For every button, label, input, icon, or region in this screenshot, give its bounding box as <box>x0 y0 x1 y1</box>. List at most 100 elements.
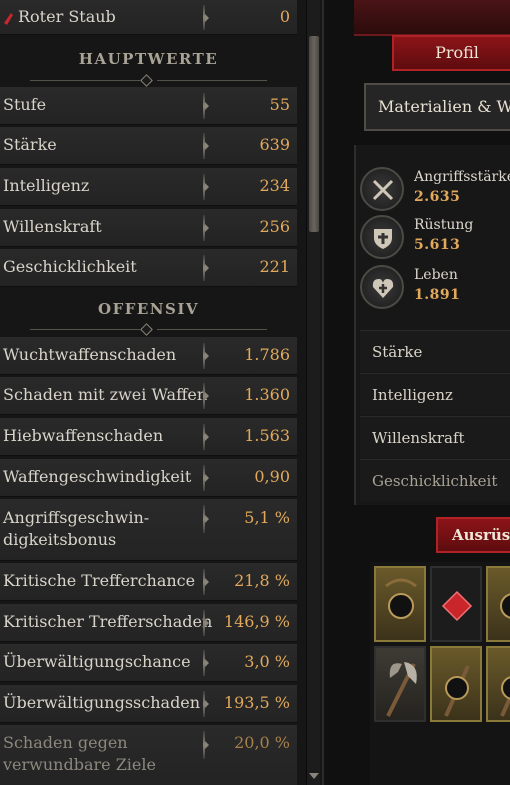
stat-row: Schaden gegen verwundbare Ziele 20,0 % <box>0 725 297 785</box>
stat-label-line2: verwundbare Ziele <box>3 755 156 774</box>
summary-stat-armor: Rüstung 5.613 <box>360 215 510 265</box>
ring-icon <box>500 593 510 619</box>
stat-row: Geschicklichkeit 221 <box>0 249 297 287</box>
stat-value: 221 <box>259 257 290 276</box>
stat-row: Intelligenz 234 <box>0 168 297 206</box>
equipment-slot[interactable] <box>430 566 482 642</box>
stat-row-roter-staub: Roter Staub 0 <box>0 0 297 35</box>
attribute-row[interactable]: Intelligenz <box>360 373 510 415</box>
stat-row: Willenskraft 256 <box>0 209 297 247</box>
section-title-hauptwerte: HAUPTWERTE <box>78 50 219 68</box>
heart-icon <box>360 265 404 309</box>
summary-stat-life: Leben 1.891 <box>360 265 510 315</box>
equipment-slot[interactable] <box>374 646 426 722</box>
attribute-label: Stärke <box>372 343 423 361</box>
summary-stat-name: Rüstung <box>414 217 474 233</box>
stat-value: 234 <box>259 176 290 195</box>
stat-row: Stärke 639 <box>0 127 297 165</box>
weapon-icon <box>444 665 470 717</box>
axe-icon <box>386 662 417 717</box>
stat-row: Stufe 55 <box>0 87 297 125</box>
stat-row: Angriffsgeschwin- digkeitsbonus 5,1 % <box>0 499 297 561</box>
shield-icon <box>360 215 404 259</box>
row-divider <box>203 691 209 717</box>
crossed-swords-icon <box>360 167 404 211</box>
stats-panel: Roter Staub 0 HAUPTWERTE Stufe 55 Stärke… <box>0 0 322 785</box>
row-divider <box>203 505 209 533</box>
stat-row: Überwältigungsschaden 193,5 % <box>0 685 297 723</box>
attribute-row[interactable]: Willenskraft <box>360 416 510 458</box>
attribute-row[interactable]: Stärke <box>360 330 510 372</box>
stat-label: Hiebwaffenschaden <box>3 426 164 445</box>
stat-label: Intelligenz <box>3 176 90 195</box>
stat-value: 1.360 <box>244 385 290 404</box>
section-ornament <box>30 74 267 87</box>
row-divider <box>203 731 209 759</box>
stat-row: Waffengeschwindigkeit 0,90 <box>0 459 297 497</box>
gem-icon <box>441 590 473 622</box>
stat-label: Überwältigungsschaden <box>3 693 201 712</box>
row-divider <box>203 383 209 409</box>
row-divider <box>203 133 209 159</box>
stat-value: 1.563 <box>244 426 290 445</box>
row-divider <box>203 174 209 200</box>
stat-label: Kritische Trefferchance <box>3 571 196 590</box>
summary-stat-value: 5.613 <box>414 237 461 253</box>
stat-value: 1.786 <box>244 345 290 364</box>
stat-row: Hiebwaffenschaden 1.563 <box>0 418 297 456</box>
equipment-slot[interactable] <box>430 646 482 722</box>
stat-value: 0 <box>279 7 290 26</box>
stat-value: 0,90 <box>254 467 290 486</box>
attribute-label: Willenskraft <box>372 429 465 447</box>
stat-value: 3,0 % <box>244 652 290 671</box>
stat-label-line2: digkeitsbonus <box>3 530 117 549</box>
weapon-icon <box>500 676 510 717</box>
stat-row: Wuchtwaffenschaden 1.786 <box>0 337 297 375</box>
stat-row: Kritische Trefferchance 21,8 % <box>0 563 297 601</box>
stat-row: Kritischer Trefferschaden 146,9 % <box>0 604 297 642</box>
stat-label: Schaden mit zwei Waffen <box>3 385 208 404</box>
stat-label: Stufe <box>3 95 47 114</box>
materials-stats-button[interactable]: Materialien & We <box>364 83 510 131</box>
scroll-down-arrow-icon[interactable] <box>309 771 319 781</box>
equipment-grid <box>370 562 510 785</box>
row-divider <box>203 5 209 30</box>
stat-label: Kritischer Trefferschaden <box>3 612 213 631</box>
stat-label: Waffengeschwindigkeit <box>3 467 192 486</box>
stat-value: 639 <box>259 135 290 154</box>
row-divider <box>203 569 209 595</box>
stat-value: 5,1 % <box>244 508 290 527</box>
profile-button[interactable]: Profil <box>392 35 510 71</box>
stat-label: Angriffsgeschwin- <box>3 508 150 527</box>
equipment-tab-button[interactable]: Ausrüstu <box>436 517 510 553</box>
row-divider <box>203 650 209 676</box>
stat-label: Schaden gegen <box>3 733 128 752</box>
attribute-label: Intelligenz <box>372 386 453 404</box>
row-divider <box>203 465 209 491</box>
character-panel: Profil Materialien & We Angriffsstärke 2… <box>322 0 510 785</box>
equipment-slot[interactable] <box>486 646 510 722</box>
stat-value: 146,9 % <box>223 612 290 631</box>
stat-label: Geschicklichkeit <box>3 257 137 276</box>
row-divider <box>203 610 209 636</box>
attribute-label: Geschicklichkeit <box>372 472 498 490</box>
scrollbar-thumb[interactable] <box>309 36 319 232</box>
row-divider <box>203 424 209 450</box>
red-dust-icon <box>4 10 13 25</box>
summary-stat-value: 2.635 <box>414 189 461 205</box>
stat-label: Stärke <box>3 135 57 154</box>
stat-label: Roter Staub <box>18 7 116 26</box>
equipment-slot[interactable] <box>374 566 426 642</box>
equipment-slot[interactable] <box>486 566 510 642</box>
summary-stat-attack: Angriffsstärke 2.635 <box>360 167 510 217</box>
stat-row: Schaden mit zwei Waffen 1.360 <box>0 377 297 415</box>
stat-value: 193,5 % <box>223 693 290 712</box>
row-divider <box>203 343 209 369</box>
character-banner <box>354 0 510 36</box>
section-title-offensiv: OFFENSIV <box>98 300 199 318</box>
amulet-icon <box>385 578 417 619</box>
row-divider <box>203 215 209 241</box>
stats-scrollbar[interactable] <box>306 0 320 785</box>
attribute-row[interactable]: Geschicklichkeit <box>360 459 510 501</box>
stat-value: 21,8 % <box>234 571 290 590</box>
